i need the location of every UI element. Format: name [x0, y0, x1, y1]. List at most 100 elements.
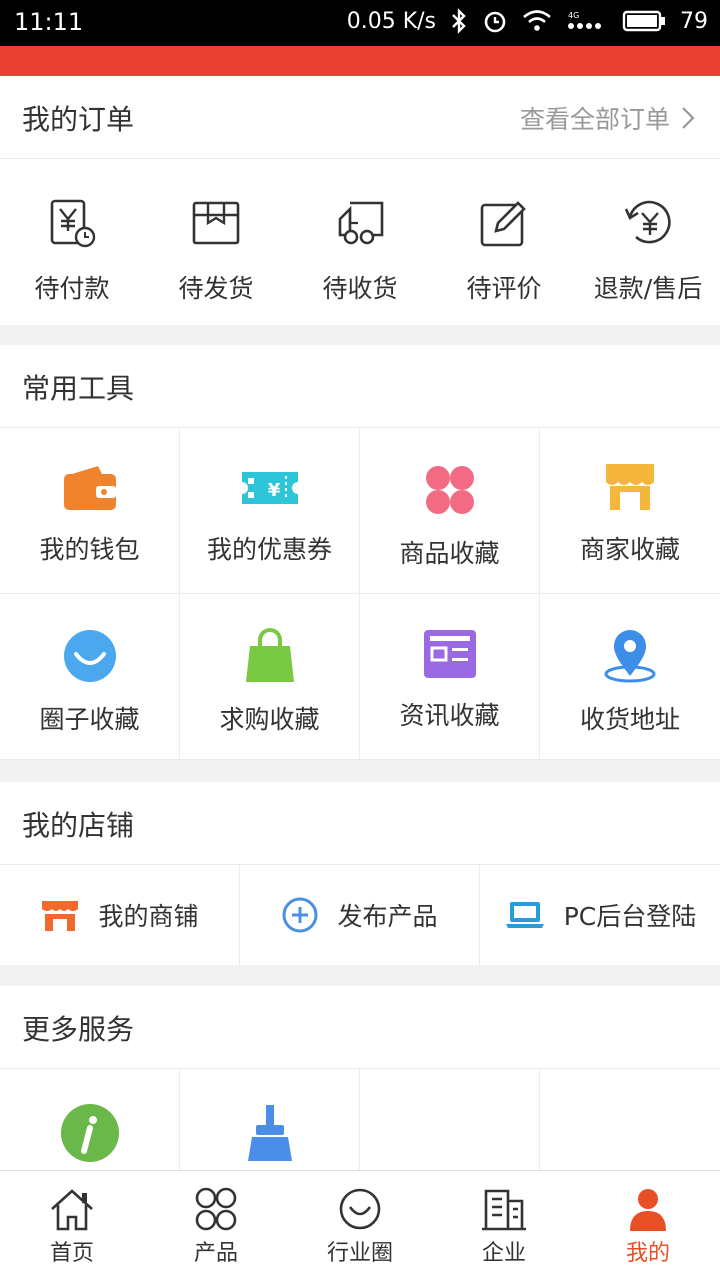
tool-circle-favorites[interactable]: 圈子收藏 — [0, 594, 180, 760]
tool-label: 圈子收藏 — [39, 705, 140, 734]
tool-merchant-favorites[interactable]: 商家收藏 — [540, 428, 720, 594]
more-services-grid — [0, 1069, 720, 1170]
tools-grid: 我的钱包 ¥ 我的优惠券 商品收藏 商家收藏 圈子收藏 求购收藏 资讯收藏 收货 — [0, 428, 720, 760]
tool-wallet[interactable]: 我的钱包 — [0, 428, 180, 594]
tool-label: 收货地址 — [579, 705, 680, 734]
shop-section: 我的店铺 我的商铺 发布产品 PC后台登陆 — [0, 782, 720, 965]
home-icon — [51, 1189, 93, 1231]
more-services-title: 更多服务 — [22, 1013, 135, 1046]
bluetooth-icon — [452, 8, 466, 34]
tool-label: 商品收藏 — [399, 539, 500, 568]
tab-label: 首页 — [49, 1241, 94, 1266]
tool-shipping-address[interactable]: 收货地址 — [540, 594, 720, 760]
user-icon — [630, 1189, 666, 1231]
view-all-orders-label: 查看全部订单 — [519, 105, 670, 134]
tab-industry-circle[interactable]: 行业圈 — [288, 1171, 432, 1281]
tool-label: 资讯收藏 — [399, 701, 500, 730]
network-speed: 0.05 K/s — [346, 8, 436, 34]
svg-text:4G: 4G — [568, 11, 579, 20]
grid-products-icon — [195, 1187, 237, 1231]
view-all-orders-link[interactable]: 查看全部订单 — [520, 100, 696, 136]
battery-level: 79 — [680, 8, 708, 34]
header-bar — [0, 46, 720, 76]
my-store-button[interactable]: 我的商铺 — [0, 865, 240, 965]
tool-label: 求购收藏 — [219, 705, 320, 734]
package-box-icon — [192, 201, 240, 245]
shop-item-label: PC后台登陆 — [563, 902, 697, 931]
orders-title: 我的订单 — [22, 103, 135, 136]
orders-section: 我的订单 查看全部订单 待付款 待发货 待收货 待评价 退款/售后 — [0, 76, 720, 325]
tab-products[interactable]: 产品 — [144, 1171, 288, 1281]
laptop-icon — [505, 902, 544, 928]
battery-icon — [622, 10, 665, 32]
shopping-bag-icon — [245, 628, 294, 682]
tool-product-favorites[interactable]: 商品收藏 — [360, 428, 540, 594]
service-about[interactable] — [0, 1069, 180, 1170]
info-circle-icon — [60, 1104, 119, 1162]
news-card-icon — [423, 630, 476, 678]
publish-product-button[interactable]: 发布产品 — [240, 865, 480, 965]
tools-title: 常用工具 — [22, 372, 135, 405]
broom-icon — [247, 1105, 292, 1161]
tab-label: 我的 — [625, 1241, 670, 1266]
tool-coupons[interactable]: ¥ 我的优惠券 — [180, 428, 360, 594]
bottom-tab-bar: 首页 产品 行业圈 企业 我的 — [0, 1170, 720, 1281]
refund-yuan-icon — [624, 200, 671, 244]
status-time: 11:11 — [14, 8, 84, 36]
delivery-truck-icon — [338, 201, 384, 245]
tab-mine[interactable]: 我的 — [576, 1171, 720, 1281]
tool-label: 我的优惠券 — [206, 535, 332, 564]
status-indicators: 0.05 K/s 4G 79 — [347, 8, 708, 34]
yuan-clock-icon — [50, 199, 96, 248]
tools-header: 常用工具 — [0, 345, 720, 428]
plus-circle-icon — [282, 897, 318, 933]
shop-actions: 我的商铺 发布产品 PC后台登陆 — [0, 865, 720, 965]
wallet-icon — [63, 466, 116, 510]
pc-backend-login-button[interactable]: PC后台登陆 — [480, 865, 720, 965]
edit-pencil-icon — [480, 201, 526, 247]
svg-text:¥: ¥ — [267, 480, 280, 501]
order-item-label: 退款/售后 — [593, 274, 703, 303]
order-item-label: 待付款 — [34, 274, 110, 303]
tool-purchase-favorites[interactable]: 求购收藏 — [180, 594, 360, 760]
order-pending-review[interactable]: 待评价 — [432, 159, 576, 325]
shop-header: 我的店铺 — [0, 782, 720, 865]
order-item-label: 待评价 — [466, 274, 542, 303]
signal-icon: 4G — [568, 11, 601, 29]
alarm-icon — [484, 11, 506, 33]
order-pending-shipment[interactable]: 待发货 — [144, 159, 288, 325]
location-pin-icon — [604, 630, 656, 683]
status-bar: 11:11 0.05 K/s 4G 79 — [0, 0, 720, 46]
shop-item-label: 发布产品 — [337, 902, 438, 931]
orders-header: 我的订单 查看全部订单 — [0, 76, 720, 159]
clover-icon — [425, 466, 474, 514]
shop-title: 我的店铺 — [22, 809, 135, 842]
tool-news-favorites[interactable]: 资讯收藏 — [360, 594, 540, 760]
shop-item-label: 我的商铺 — [98, 902, 199, 931]
order-item-label: 待发货 — [178, 274, 254, 303]
circle-smile-icon — [339, 1188, 381, 1230]
tool-label: 我的钱包 — [39, 535, 140, 564]
order-item-label: 待收货 — [322, 274, 398, 303]
more-services-header: 更多服务 — [0, 986, 720, 1069]
tab-label: 产品 — [193, 1241, 238, 1266]
tools-section: 常用工具 我的钱包 ¥ 我的优惠券 商品收藏 商家收藏 圈子收藏 求购收藏 资讯… — [0, 345, 720, 760]
order-status-row: 待付款 待发货 待收货 待评价 退款/售后 — [0, 159, 720, 325]
shop-awning-icon — [606, 464, 654, 510]
building-icon — [482, 1189, 526, 1231]
tool-label: 商家收藏 — [579, 535, 680, 564]
order-pending-receipt[interactable]: 待收货 — [288, 159, 432, 325]
chevron-right-icon — [682, 107, 695, 129]
tab-label: 行业圈 — [326, 1241, 393, 1266]
tab-enterprise[interactable]: 企业 — [432, 1171, 576, 1281]
storefront-icon — [42, 901, 79, 931]
service-clear-cache[interactable] — [180, 1069, 360, 1170]
order-refund-aftersale[interactable]: 退款/售后 — [576, 159, 720, 325]
tab-home[interactable]: 首页 — [0, 1171, 144, 1281]
smile-circle-icon — [63, 630, 116, 682]
order-pending-payment[interactable]: 待付款 — [0, 159, 144, 325]
coupon-icon: ¥ — [241, 472, 298, 504]
service-empty-slot — [540, 1069, 720, 1170]
wifi-icon — [523, 10, 551, 31]
service-empty-slot — [360, 1069, 540, 1170]
